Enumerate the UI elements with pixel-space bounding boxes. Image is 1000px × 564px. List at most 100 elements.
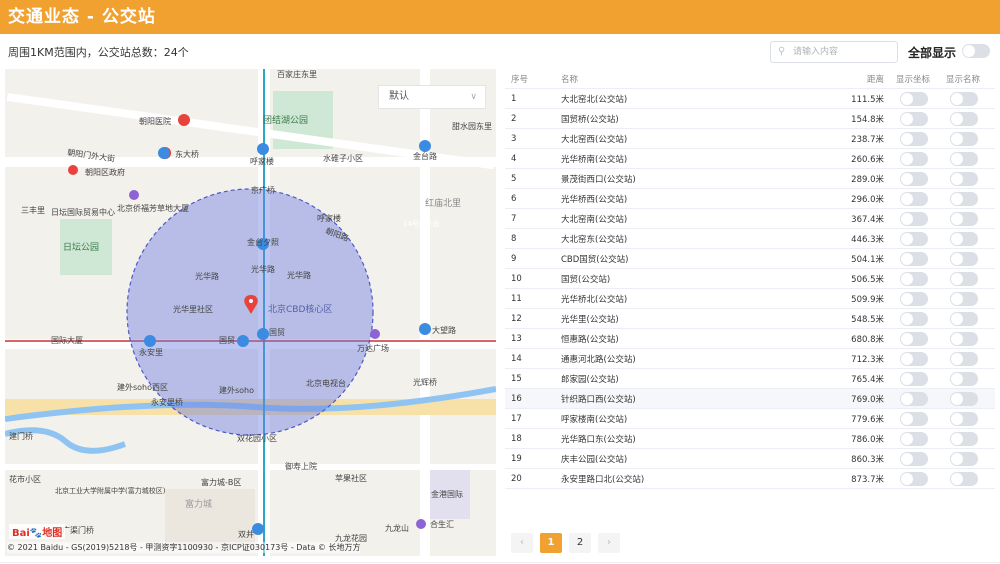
show-coordinate-toggle[interactable] — [900, 451, 928, 466]
row-index: 6 — [511, 193, 517, 204]
stop-distance: 548.5米 — [851, 314, 884, 325]
show-name-toggle[interactable] — [950, 411, 978, 426]
show-coordinate-toggle[interactable] — [900, 211, 928, 226]
column-header[interactable]: 序号 — [505, 73, 555, 85]
show-name-toggle[interactable] — [950, 151, 978, 166]
table-row[interactable]: 9 CBD国贸(公交站) 504.1米 — [505, 249, 995, 269]
poi-icon[interactable] — [370, 329, 380, 339]
table-row[interactable]: 19 庆丰公园(公交站) 860.3米 — [505, 449, 995, 469]
show-coordinate-toggle[interactable] — [900, 271, 928, 286]
show-coordinate-toggle[interactable] — [900, 171, 928, 186]
map-label: 永安里桥 — [151, 397, 183, 407]
show-name-toggle[interactable] — [950, 211, 978, 226]
stop-name: 光华路口东(公交站) — [561, 434, 636, 445]
show-name-toggle[interactable] — [950, 451, 978, 466]
subway-station-icon[interactable] — [419, 323, 431, 335]
show-name-toggle[interactable] — [950, 471, 978, 486]
table-row[interactable]: 12 光华里(公交站) 548.5米 — [505, 309, 995, 329]
show-name-toggle[interactable] — [950, 371, 978, 386]
table-row[interactable]: 16 针织路口西(公交站) 769.0米 — [505, 389, 995, 409]
show-name-toggle[interactable] — [950, 291, 978, 306]
show-name-toggle[interactable] — [950, 351, 978, 366]
show-coordinate-toggle[interactable] — [900, 231, 928, 246]
table-row[interactable]: 8 大北窑东(公交站) 446.3米 — [505, 229, 995, 249]
table-row[interactable]: 13 恒惠路(公交站) 680.8米 — [505, 329, 995, 349]
show-name-toggle[interactable] — [950, 331, 978, 346]
stop-name: 呼家楼南(公交站) — [561, 414, 628, 425]
subway-station-icon[interactable] — [257, 328, 269, 340]
show-coordinate-toggle[interactable] — [900, 471, 928, 486]
next-page-button[interactable]: › — [598, 533, 620, 553]
show-coordinate-toggle[interactable] — [900, 351, 928, 366]
show-coordinate-toggle[interactable] — [900, 151, 928, 166]
map-style-select[interactable]: 默认 ∨ — [378, 85, 486, 109]
show-name-toggle[interactable] — [950, 431, 978, 446]
map-label: 光华里社区 — [173, 304, 213, 314]
table-row[interactable]: 3 大北窑西(公交站) 238.7米 — [505, 129, 995, 149]
map-label: 北京电视台 — [306, 378, 346, 388]
show-all-toggle[interactable] — [962, 44, 990, 58]
row-index: 17 — [511, 413, 522, 424]
subway-station-icon[interactable] — [144, 335, 156, 347]
table-row[interactable]: 17 呼家楼南(公交站) 779.6米 — [505, 409, 995, 429]
poi-icon[interactable] — [129, 190, 139, 200]
show-coordinate-toggle[interactable] — [900, 111, 928, 126]
page-header: 交通业态 - 公交站 — [0, 0, 1000, 34]
show-coordinate-toggle[interactable] — [900, 251, 928, 266]
table-row[interactable]: 7 大北窑南(公交站) 367.4米 — [505, 209, 995, 229]
show-coordinate-toggle[interactable] — [900, 431, 928, 446]
poi-icon[interactable] — [416, 519, 426, 529]
table-row[interactable]: 18 光华路口东(公交站) 786.0米 — [505, 429, 995, 449]
search-placeholder: 请输入内容 — [793, 47, 839, 57]
prev-page-button[interactable]: ‹ — [511, 533, 533, 553]
show-name-toggle[interactable] — [950, 131, 978, 146]
table-row[interactable]: 6 光华桥西(公交站) 296.0米 — [505, 189, 995, 209]
show-name-toggle[interactable] — [950, 391, 978, 406]
subway-station-icon[interactable] — [419, 140, 431, 152]
show-coordinate-toggle[interactable] — [900, 411, 928, 426]
show-name-toggle[interactable] — [950, 111, 978, 126]
subway-station-icon[interactable] — [158, 147, 170, 159]
table-row[interactable]: 11 光华桥北(公交站) 509.9米 — [505, 289, 995, 309]
show-name-toggle[interactable] — [950, 311, 978, 326]
table-row[interactable]: 20 永安里路口北(公交站) 873.7米 — [505, 469, 995, 489]
table-row[interactable]: 5 景茂街西口(公交站) 289.0米 — [505, 169, 995, 189]
column-header[interactable]: 距离 — [820, 73, 888, 85]
search-input[interactable]: ⚲ 请输入内容 — [770, 41, 898, 63]
column-header[interactable]: 显示坐标 — [888, 73, 938, 85]
row-index: 11 — [511, 293, 522, 304]
page-button-2[interactable]: 2 — [569, 533, 591, 553]
table-row[interactable]: 4 光华桥南(公交站) 260.6米 — [505, 149, 995, 169]
show-coordinate-toggle[interactable] — [900, 291, 928, 306]
column-header[interactable]: 显示名称 — [938, 73, 988, 85]
show-coordinate-toggle[interactable] — [900, 331, 928, 346]
column-header[interactable]: 名称 — [555, 73, 820, 85]
table-row[interactable]: 15 郎家园(公交站) 765.4米 — [505, 369, 995, 389]
show-coordinate-toggle[interactable] — [900, 371, 928, 386]
table-row[interactable]: 1 大北窑北(公交站) 111.5米 — [505, 89, 995, 109]
show-name-toggle[interactable] — [950, 171, 978, 186]
show-coordinate-toggle[interactable] — [900, 91, 928, 106]
page-button-1[interactable]: 1 — [540, 533, 562, 553]
subway-station-icon[interactable] — [257, 143, 269, 155]
show-coordinate-toggle[interactable] — [900, 311, 928, 326]
show-name-toggle[interactable] — [950, 91, 978, 106]
show-name-toggle[interactable] — [950, 191, 978, 206]
table-row[interactable]: 2 国贸桥(公交站) 154.8米 — [505, 109, 995, 129]
government-icon[interactable] — [68, 165, 78, 175]
map-label: 金台夕照 — [247, 237, 279, 247]
show-coordinate-toggle[interactable] — [900, 391, 928, 406]
subway-station-icon[interactable] — [237, 335, 249, 347]
map-label: 东大桥 — [175, 149, 199, 159]
table-row[interactable]: 10 国贸(公交站) 506.5米 — [505, 269, 995, 289]
chevron-down-icon: ∨ — [470, 92, 477, 102]
map-canvas[interactable]: 百家庄东里 朝阳医院 团结湖公园 甜水园东里 朝阳门外大街 东大桥 呼家楼 水碓… — [5, 69, 496, 556]
table-row[interactable]: 14 通惠河北路(公交站) 712.3米 — [505, 349, 995, 369]
map-panel[interactable]: 百家庄东里 朝阳医院 团结湖公园 甜水园东里 朝阳门外大街 东大桥 呼家楼 水碓… — [5, 69, 496, 556]
show-name-toggle[interactable] — [950, 251, 978, 266]
show-coordinate-toggle[interactable] — [900, 131, 928, 146]
show-coordinate-toggle[interactable] — [900, 191, 928, 206]
map-label: 日坛国际贸易中心 — [51, 207, 115, 217]
show-name-toggle[interactable] — [950, 271, 978, 286]
show-name-toggle[interactable] — [950, 231, 978, 246]
